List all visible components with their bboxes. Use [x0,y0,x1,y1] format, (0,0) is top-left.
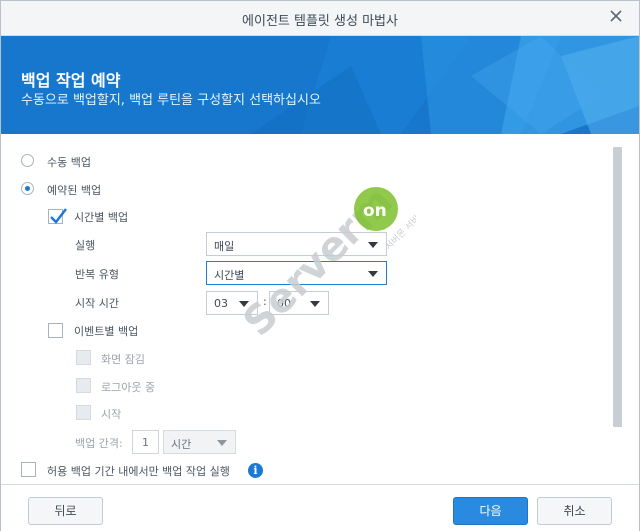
chevron-down-icon [310,301,320,307]
back-button[interactable]: 뒤로 [28,497,103,525]
next-button[interactable]: 다음 [453,497,528,525]
title-bar: 에이전트 템플릿 생성 마법사 [1,1,639,36]
start-time-label: 시작 시간 [75,297,119,310]
startup-label: 시작 [101,408,122,421]
logout-checkbox[interactable] [76,378,91,393]
screen-lock-label: 화면 잠김 [101,353,145,366]
manual-backup-radio[interactable] [21,154,34,167]
backup-interval-value: 1 [142,436,149,449]
repeat-type-select[interactable]: 시간별 [206,261,387,285]
cancel-button[interactable]: 취소 [537,497,612,525]
chevron-down-icon [368,271,378,277]
window-title: 에이전트 템플릿 생성 마법사 [242,14,398,29]
chevron-down-icon [217,440,227,446]
backup-interval-unit-value: 시간 [171,438,192,451]
page-heading: 백업 작업 예약 [21,71,121,90]
check-icon [50,208,67,224]
start-minute-value: 00 [277,297,291,310]
manual-backup-label: 수동 백업 [47,156,91,169]
allowed-window-label: 허용 백업 기간 내에서만 백업 작업 실행 [47,465,230,478]
watermark-tagline: 서버몬 서비스 [383,207,416,252]
watermark-brand: on [363,201,387,221]
event-backup-label: 이벤트별 백업 [74,325,139,338]
info-icon[interactable]: i [248,463,263,478]
close-icon[interactable] [607,7,625,25]
hourly-backup-checkbox[interactable] [48,208,67,224]
run-select-value: 매일 [214,240,235,253]
allowed-window-checkbox[interactable] [21,462,36,477]
scrollbar[interactable] [613,147,622,427]
hourly-backup-label: 시간별 백업 [74,211,129,224]
chevron-down-icon [239,301,249,307]
watermark-badge-icon [354,187,398,231]
scheduled-backup-radio[interactable] [21,182,34,195]
chevron-down-icon [368,242,378,248]
run-label: 실행 [75,239,96,252]
backup-interval-input[interactable]: 1 [132,430,159,454]
scheduled-backup-label: 예약된 백업 [47,184,102,197]
time-separator: : [263,295,267,308]
wizard-footer: 뒤로 다음 취소 [1,484,639,531]
page-subheading: 수동으로 백업할지, 백업 루틴을 구성할지 선택하십시오 [21,93,321,108]
repeat-type-label: 반복 유형 [75,268,119,281]
event-backup-checkbox[interactable] [48,323,63,338]
start-minute-select[interactable]: 00 [269,291,329,315]
wizard-window: 에이전트 템플릿 생성 마법사 백업 작업 예약 수동으로 백업할지, 백업 루… [0,0,640,531]
screen-lock-checkbox[interactable] [76,350,91,365]
run-select[interactable]: 매일 [206,232,387,256]
backup-interval-label: 백업 간격: [75,437,123,450]
header-banner: 백업 작업 예약 수동으로 백업할지, 백업 루틴을 구성할지 선택하십시오 [1,36,639,134]
start-hour-value: 03 [214,297,228,310]
logout-label: 로그아웃 중 [101,381,156,394]
start-hour-select[interactable]: 03 [206,291,258,315]
startup-checkbox[interactable] [76,405,91,420]
repeat-type-select-value: 시간별 [214,269,245,282]
backup-interval-unit-select[interactable]: 시간 [163,430,236,454]
